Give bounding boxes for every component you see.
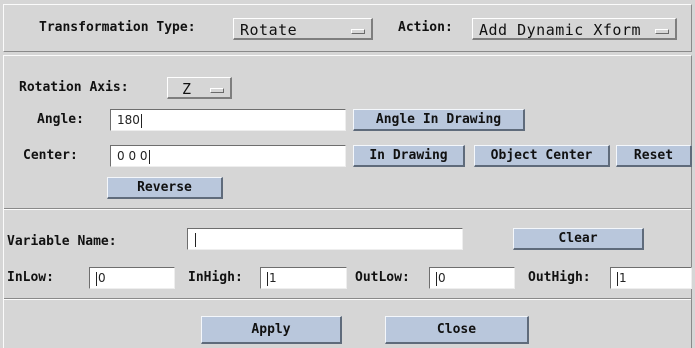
inhigh-label: InHigh: bbox=[188, 270, 243, 285]
outlow-input[interactable]: 0 bbox=[429, 267, 515, 289]
rotation-axis-value: Z bbox=[182, 80, 192, 98]
inhigh-value: 1 bbox=[269, 271, 277, 285]
in-drawing-button[interactable]: In Drawing bbox=[353, 145, 465, 167]
action-menu[interactable]: Add Dynamic Xform bbox=[472, 18, 677, 40]
text-cursor-icon bbox=[96, 271, 97, 286]
option-menu-indicator-icon bbox=[351, 29, 365, 34]
outhigh-label: OutHigh: bbox=[528, 270, 591, 285]
inlow-label: InLow: bbox=[7, 270, 54, 285]
angle-label: Angle: bbox=[37, 112, 84, 127]
angle-input[interactable]: 180 bbox=[110, 109, 346, 131]
outlow-value: 0 bbox=[438, 271, 446, 285]
center-label: Center: bbox=[23, 148, 78, 163]
angle-value: 180 bbox=[117, 113, 140, 127]
section-divider bbox=[4, 208, 691, 210]
center-value: 0 0 0 bbox=[117, 149, 148, 163]
rotation-axis-menu[interactable]: Z bbox=[167, 77, 232, 99]
text-cursor-icon bbox=[195, 232, 196, 247]
variable-name-input[interactable] bbox=[187, 228, 463, 250]
rotation-axis-label: Rotation Axis: bbox=[19, 80, 129, 95]
section-divider bbox=[4, 298, 691, 300]
text-cursor-icon bbox=[140, 113, 142, 128]
option-menu-indicator-icon bbox=[655, 29, 669, 34]
object-center-button[interactable]: Object Center bbox=[474, 145, 610, 167]
action-label: Action: bbox=[398, 20, 453, 35]
angle-in-drawing-button[interactable]: Angle In Drawing bbox=[353, 109, 525, 131]
inlow-input[interactable]: 0 bbox=[89, 267, 175, 289]
text-cursor-icon bbox=[267, 271, 268, 286]
reverse-button[interactable]: Reverse bbox=[107, 177, 223, 199]
text-cursor-icon bbox=[148, 149, 150, 164]
transformation-type-menu[interactable]: Rotate bbox=[233, 18, 373, 40]
outhigh-value: 1 bbox=[619, 271, 627, 285]
transformation-type-label: Transformation Type: bbox=[39, 20, 196, 35]
close-button[interactable]: Close bbox=[385, 316, 529, 344]
variable-name-label: Variable Name: bbox=[7, 234, 117, 249]
transform-panel: Transformation Type: Rotate Action: Add … bbox=[3, 4, 692, 52]
apply-button[interactable]: Apply bbox=[201, 316, 342, 344]
outlow-label: OutLow: bbox=[355, 270, 410, 285]
center-input[interactable]: 0 0 0 bbox=[110, 145, 346, 167]
action-value: Add Dynamic Xform bbox=[479, 21, 642, 39]
text-cursor-icon bbox=[617, 271, 618, 286]
option-menu-indicator-icon bbox=[210, 88, 224, 93]
inlow-value: 0 bbox=[98, 271, 106, 285]
text-cursor-icon bbox=[436, 271, 437, 286]
clear-button[interactable]: Clear bbox=[513, 228, 644, 250]
parameters-panel: Rotation Axis: Z Angle: 180 Angle In Dra… bbox=[3, 55, 692, 348]
inhigh-input[interactable]: 1 bbox=[260, 267, 347, 289]
outhigh-input[interactable]: 1 bbox=[610, 267, 692, 289]
transformation-type-value: Rotate bbox=[240, 21, 298, 39]
reset-button[interactable]: Reset bbox=[616, 145, 692, 167]
